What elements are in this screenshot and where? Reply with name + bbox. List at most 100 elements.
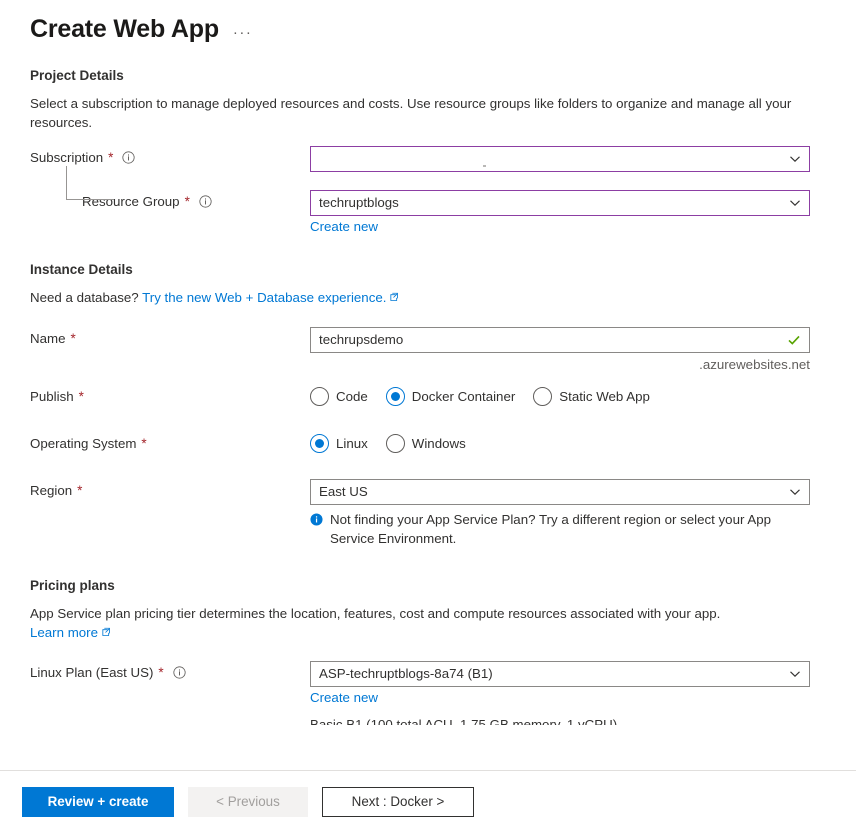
radio-label: Linux xyxy=(336,436,368,451)
radio-mark-selected xyxy=(310,434,329,453)
project-details-description: Select a subscription to manage deployed… xyxy=(30,94,826,132)
region-label-wrap: Region * xyxy=(30,479,310,498)
linux-plan-value: ASP-techruptblogs-8a74 (B1) xyxy=(319,662,783,686)
resource-group-required-marker: * xyxy=(185,194,190,209)
operating-system-required-marker: * xyxy=(141,436,146,451)
radio-mark xyxy=(310,387,329,406)
resource-group-value: techruptblogs xyxy=(319,191,783,215)
name-domain-suffix: .azurewebsites.net xyxy=(310,357,810,372)
create-new-resource-group-link[interactable]: Create new xyxy=(310,219,378,234)
pricing-learn-more-link[interactable]: Learn more xyxy=(30,625,98,640)
publish-radio-group: Code Docker Container Static Web App xyxy=(310,385,810,406)
info-circle-icon[interactable] xyxy=(122,151,135,164)
radio-label: Docker Container xyxy=(412,389,515,404)
pricing-plans-description-wrap: App Service plan pricing tier determines… xyxy=(30,604,826,642)
radio-mark xyxy=(386,434,405,453)
radio-os-linux[interactable]: Linux xyxy=(310,434,368,453)
linux-plan-dropdown[interactable]: ASP-techruptblogs-8a74 (B1) xyxy=(310,661,810,687)
publish-required-marker: * xyxy=(79,389,84,404)
resource-group-label: Resource Group xyxy=(82,194,180,209)
page-title: Create Web App xyxy=(30,12,219,46)
redaction-mark xyxy=(483,165,486,167)
section-heading-instance-details: Instance Details xyxy=(30,262,826,277)
name-value: techrupsdemo xyxy=(319,328,781,352)
create-new-app-service-plan-link[interactable]: Create new xyxy=(310,690,378,705)
name-required-marker: * xyxy=(70,331,75,346)
section-heading-pricing-plans: Pricing plans xyxy=(30,578,826,593)
external-link-icon xyxy=(101,627,111,637)
web-database-experience-link[interactable]: Try the new Web + Database experience. xyxy=(142,290,386,305)
linux-plan-control: ASP-techruptblogs-8a74 (B1) Create new B… xyxy=(310,661,810,725)
field-row-publish: Publish * Code Docker Container Static W… xyxy=(30,385,826,411)
subscription-required-marker: * xyxy=(108,150,113,165)
wizard-footer: Review + create < Previous Next : Docker… xyxy=(0,770,856,832)
radio-mark xyxy=(533,387,552,406)
region-required-marker: * xyxy=(77,483,82,498)
publish-label: Publish xyxy=(30,389,74,404)
radio-publish-static-web-app[interactable]: Static Web App xyxy=(533,387,650,406)
region-value: East US xyxy=(319,480,783,504)
name-label-wrap: Name * xyxy=(30,327,310,346)
create-web-app-form: Project Details Select a subscription to… xyxy=(0,52,856,770)
name-label: Name xyxy=(30,331,65,346)
linux-plan-required-marker: * xyxy=(158,665,163,680)
radio-mark-selected xyxy=(386,387,405,406)
review-create-button[interactable]: Review + create xyxy=(22,787,174,817)
checkmark-icon xyxy=(787,333,801,347)
radio-publish-docker-container[interactable]: Docker Container xyxy=(386,387,515,406)
linux-plan-label: Linux Plan (East US) xyxy=(30,665,153,680)
chevron-down-icon xyxy=(789,153,801,165)
region-label: Region xyxy=(30,483,72,498)
radio-label: Static Web App xyxy=(559,389,650,404)
field-row-linux-plan: Linux Plan (East US) * ASP-techruptblogs… xyxy=(30,661,826,725)
field-row-resource-group: Resource Group * techruptblogs Create ne… xyxy=(30,190,826,234)
operating-system-label: Operating System xyxy=(30,436,136,451)
publish-control: Code Docker Container Static Web App xyxy=(310,385,810,406)
field-row-operating-system: Operating System * Linux Windows xyxy=(30,432,826,458)
info-circle-icon[interactable] xyxy=(199,195,212,208)
subscription-control xyxy=(310,146,810,172)
next-docker-button[interactable]: Next : Docker > xyxy=(322,787,474,817)
subscription-dropdown[interactable] xyxy=(310,146,810,172)
subscription-label-wrap: Subscription * xyxy=(30,146,310,165)
linux-plan-create-new-wrap: Create new xyxy=(310,690,810,705)
pricing-plans-description: App Service plan pricing tier determines… xyxy=(30,606,720,621)
name-control: techrupsdemo .azurewebsites.net xyxy=(310,327,810,372)
region-control: East US Not finding your App Service Pla… xyxy=(310,479,810,548)
radio-label: Code xyxy=(336,389,368,404)
region-dropdown[interactable]: East US xyxy=(310,479,810,505)
chevron-down-icon xyxy=(789,197,801,209)
region-note-text: Not finding your App Service Plan? Try a… xyxy=(330,510,800,548)
resource-group-dropdown[interactable]: techruptblogs xyxy=(310,190,810,216)
field-row-name: Name * techrupsdemo .azurewebsites.net xyxy=(30,327,826,372)
pricing-tier-note: Basic B1 (100 total ACU, 1.75 GB memory,… xyxy=(310,715,810,725)
resource-group-label-wrap: Resource Group * xyxy=(30,190,310,209)
field-row-region: Region * East US Not finding your App Se… xyxy=(30,479,826,548)
more-options-icon[interactable]: ··· xyxy=(233,26,253,40)
resource-group-create-new-wrap: Create new xyxy=(310,219,810,234)
publish-label-wrap: Publish * xyxy=(30,385,310,404)
radio-publish-code[interactable]: Code xyxy=(310,387,368,406)
page-header: Create Web App ··· xyxy=(0,0,856,46)
chevron-down-icon xyxy=(789,668,801,680)
operating-system-control: Linux Windows xyxy=(310,432,810,453)
region-note: Not finding your App Service Plan? Try a… xyxy=(310,510,800,548)
radio-os-windows[interactable]: Windows xyxy=(386,434,466,453)
info-circle-icon[interactable] xyxy=(173,666,186,679)
external-link-icon xyxy=(389,292,399,302)
chevron-down-icon xyxy=(789,486,801,498)
database-prompt-row: Need a database? Try the new Web + Datab… xyxy=(30,288,826,307)
subscription-label: Subscription xyxy=(30,150,103,165)
field-row-subscription: Subscription * xyxy=(30,146,826,172)
operating-system-label-wrap: Operating System * xyxy=(30,432,310,451)
section-heading-project-details: Project Details xyxy=(30,68,826,83)
linux-plan-label-wrap: Linux Plan (East US) * xyxy=(30,661,310,680)
info-filled-icon xyxy=(310,513,324,526)
previous-button: < Previous xyxy=(188,787,308,817)
subscription-group: Subscription * Resource G xyxy=(30,146,826,234)
database-prompt-text: Need a database? xyxy=(30,290,139,305)
name-input[interactable]: techrupsdemo xyxy=(310,327,810,353)
operating-system-radio-group: Linux Windows xyxy=(310,432,810,453)
radio-label: Windows xyxy=(412,436,466,451)
resource-group-control: techruptblogs Create new xyxy=(310,190,810,234)
